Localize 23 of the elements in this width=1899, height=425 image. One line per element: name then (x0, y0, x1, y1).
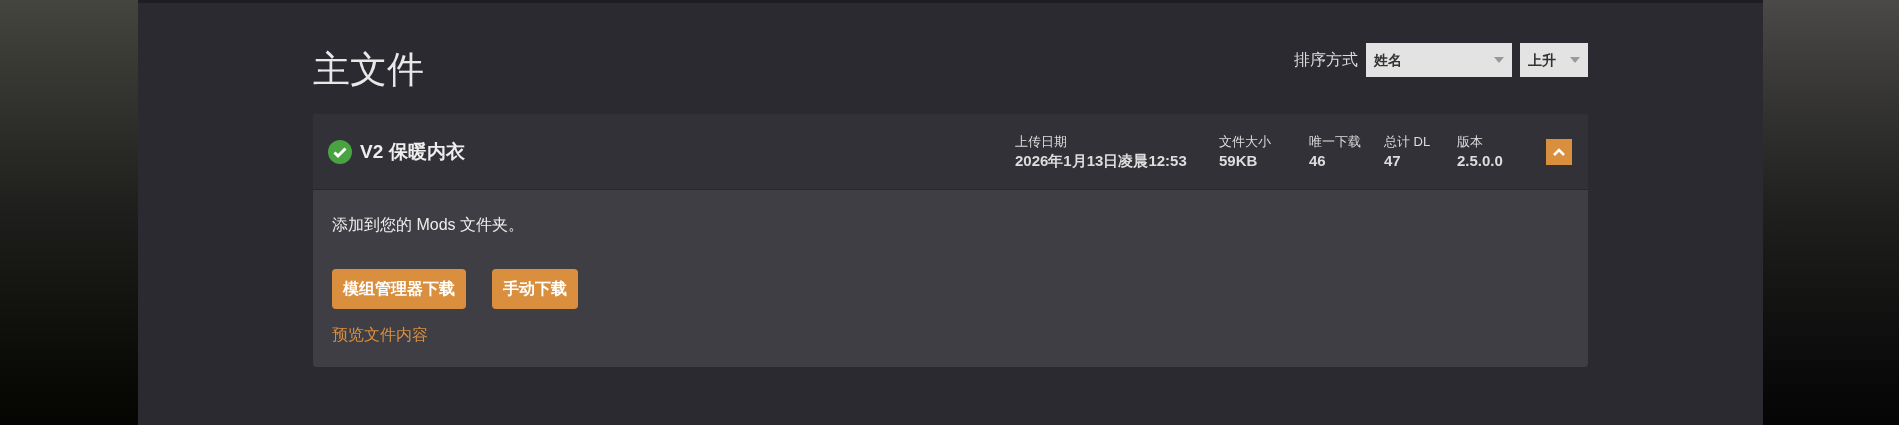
stat-label: 版本 (1457, 132, 1484, 151)
stat-label: 上传日期 (1015, 132, 1068, 151)
stat-label: 文件大小 (1219, 132, 1272, 151)
sort-order-select[interactable]: 上升 (1520, 43, 1588, 77)
file-description: 添加到您的 Mods 文件夹。 (332, 215, 525, 236)
stat-value: 46 (1309, 150, 1327, 171)
preview-link[interactable]: 预览文件内容 (332, 323, 428, 348)
stat-value: 59KB (1219, 150, 1259, 171)
stat-value: 2.5.0.0 (1457, 150, 1504, 171)
stat-value: 47 (1384, 150, 1402, 171)
stat-value: 2026年1月13日凌晨12:53 (1015, 150, 1188, 171)
file-title: V2 保暖内衣 (360, 139, 465, 164)
chevron-up-icon (1553, 147, 1565, 156)
sort-field-select[interactable]: 姓名 (1366, 43, 1512, 77)
download-button[interactable]: 手动下载 (492, 269, 578, 310)
page-heading: 主文件 (313, 48, 424, 92)
dropdown-caret-icon (1494, 57, 1504, 63)
stat-label: 唯一下载 (1309, 132, 1362, 151)
dropdown-caret-icon (1570, 57, 1580, 63)
collapse-button[interactable] (1546, 138, 1572, 165)
stat-label: 总计 DL (1384, 132, 1432, 151)
sort-label: 排序方式 (1294, 50, 1358, 70)
download-button[interactable]: 模组管理器下载 (332, 269, 466, 310)
